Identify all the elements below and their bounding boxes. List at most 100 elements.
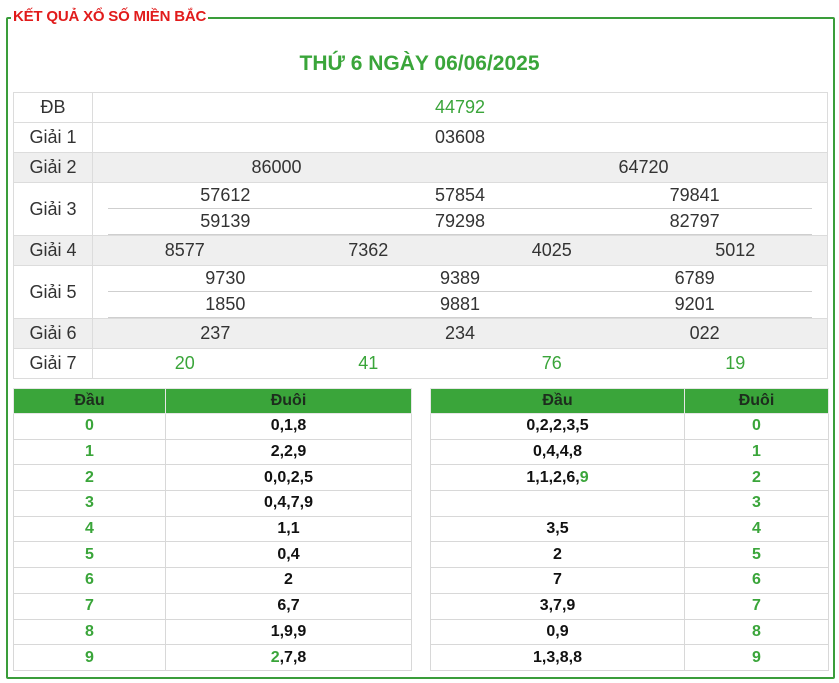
tail-digit: 0	[684, 413, 829, 440]
prize-number: 5012	[715, 240, 756, 260]
tail-digit: 8	[684, 618, 829, 646]
prize-number: 64720	[618, 157, 669, 177]
column-header-duoi: Đuôi	[165, 388, 412, 414]
prize-label: Giải 6	[13, 318, 93, 349]
loto-by-head-table: Đầu Đuôi 0 0,1,8 1 2,2,9 2 0,0,2,5 3 0,4,7,9…	[13, 388, 412, 671]
head-digits: 1,3,8,8	[430, 644, 685, 671]
prize-number: 6789	[674, 268, 715, 288]
prize-number: 9201	[674, 294, 715, 314]
prize-number: 82797	[669, 211, 720, 231]
highlight-digit: 9	[579, 468, 589, 486]
table-row: 3	[430, 490, 829, 517]
table-row: 76	[430, 567, 829, 594]
tail-digit: 2	[684, 464, 829, 492]
table-row: 4 1,1	[13, 515, 412, 543]
tail-digits: 2,2,9	[165, 438, 412, 466]
tail-digits: 0,0,2,5	[165, 464, 412, 492]
prize-row-g6: Giải 6 237 234 022	[13, 318, 828, 349]
table-row: 3 0,4,7,9	[13, 490, 412, 517]
prize-label: Giải 2	[13, 152, 93, 183]
head-digit: 3	[13, 490, 166, 517]
table-row: 8 1,9,9	[13, 618, 412, 646]
prize-label: Giải 4	[13, 235, 93, 266]
head-digit: 5	[13, 541, 166, 569]
table-row: 62	[13, 567, 412, 594]
tail-digits: 2	[165, 567, 412, 594]
head-digit: 6	[13, 567, 166, 594]
tail-digit: 9	[684, 644, 829, 671]
prize-row-g5: Giải 5 9730 9389 6789 1850 9881 9201	[13, 265, 828, 319]
tail-digits: 1,1	[165, 515, 412, 543]
column-header-duoi: Đuôi	[684, 388, 829, 414]
head-digit: 7	[13, 592, 166, 620]
table-row: 1 2,2,9	[13, 438, 412, 466]
loto-by-tail-table: Đầu Đuôi 0,2,2,3,5 0 0,4,4,8 1 1,1,2,6,9 2 …	[430, 388, 829, 671]
head-digit: 4	[13, 515, 166, 543]
prize-row-db: ĐB 44792	[13, 92, 828, 123]
prize-number: 4025	[531, 240, 572, 260]
prize-number: 9881	[439, 294, 480, 314]
prize-label: Giải 3	[13, 182, 93, 236]
prize-number: 57854	[434, 185, 486, 205]
head-digits: 1,1,2,6,9	[430, 464, 685, 492]
table-row: 9 2,7,8	[13, 644, 412, 671]
column-header-dau: Đầu	[430, 388, 685, 414]
prize-number: 9730	[205, 268, 246, 288]
table-row: 0,9 8	[430, 618, 829, 646]
head-digits: 3,7,9	[430, 592, 685, 620]
table-row: 3,7,9 7	[430, 592, 829, 620]
table-row: 0,2,2,3,5 0	[430, 413, 829, 440]
prize-number: 79298	[434, 211, 486, 231]
table-row: 1,3,8,8 9	[430, 644, 829, 671]
tail-digits: 2,7,8	[165, 644, 412, 671]
prize-row-g7: Giải 7 20 41 76 19	[13, 348, 828, 379]
prize-number: 20	[174, 353, 195, 373]
special-prize-number: 44792	[434, 97, 486, 117]
prize-number: 234	[444, 323, 475, 343]
tail-digits: 0,4,7,9	[165, 490, 412, 517]
tail-digit: 3	[684, 490, 829, 517]
table-row: 25	[430, 541, 829, 569]
tail-digit: 5	[684, 541, 829, 569]
tail-digit: 1	[684, 438, 829, 466]
head-digits: 0,4,4,8	[430, 438, 685, 466]
prize-number: 76	[541, 353, 562, 373]
tail-digits: 6,7	[165, 592, 412, 620]
head-digits: 0,2,2,3,5	[430, 413, 685, 440]
head-digits: 2	[430, 541, 685, 569]
prize-number: 237	[200, 323, 231, 343]
prize-number: 9389	[439, 268, 480, 288]
table-row: 7 6,7	[13, 592, 412, 620]
prize-number: 59139	[200, 211, 251, 231]
tail-digit: 4	[684, 515, 829, 543]
head-digits	[430, 490, 685, 517]
tail-digit: 6	[684, 567, 829, 594]
head-digit: 1	[13, 438, 166, 466]
column-header-dau: Đầu	[13, 388, 166, 414]
tail-digits: 0,1,8	[165, 413, 412, 440]
prize-number: 19	[725, 353, 746, 373]
table-row: 5 0,4	[13, 541, 412, 569]
tail-digits: 0,4	[165, 541, 412, 569]
prize-number: 79841	[669, 185, 720, 205]
prize-row-g1: Giải 1 03608	[13, 122, 828, 153]
prize-number: 03608	[434, 127, 486, 147]
prize-label: Giải 1	[13, 122, 93, 153]
head-digit: 0	[13, 413, 166, 440]
prize-number: 7362	[348, 240, 389, 260]
head-digit: 8	[13, 618, 166, 646]
draw-date-title: THỨ 6 NGÀY 06/06/2025	[299, 52, 540, 75]
highlight-digit: 2	[270, 648, 280, 666]
prize-number: 022	[689, 323, 720, 343]
prize-number: 41	[358, 353, 379, 373]
table-row: 0 0,1,8	[13, 413, 412, 440]
table-row: 2 0,0,2,5	[13, 464, 412, 492]
prize-row-g4: Giải 4 8577 7362 4025 5012	[13, 235, 828, 266]
prize-label: ĐB	[13, 92, 93, 123]
tail-digits: 1,9,9	[165, 618, 412, 646]
prize-number: 8577	[164, 240, 205, 260]
prize-number: 57612	[200, 185, 251, 205]
head-digit: 9	[13, 644, 166, 671]
prize-number: 86000	[251, 157, 302, 177]
prize-number: 1850	[205, 294, 246, 314]
